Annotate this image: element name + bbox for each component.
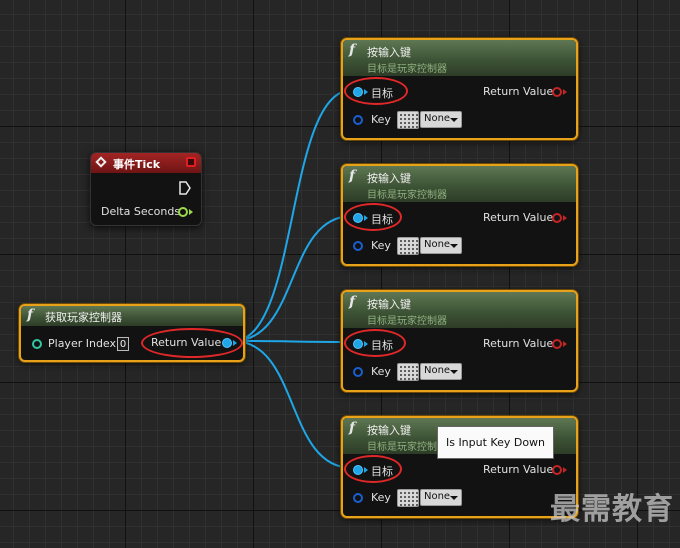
key-node-subtitle: 目标是玩家控制器 [367,442,447,453]
is-input-key-down-node-2[interactable]: f 按输入键 目标是玩家控制器 目标 Return Value Key None [341,164,578,266]
keyboard-icon[interactable] [397,489,419,507]
key-label: Key [371,365,391,378]
key-pin[interactable] [353,493,363,503]
key-node-subtitle: 目标是玩家控制器 [367,64,447,75]
key-dropdown[interactable]: None [420,489,462,506]
key-node-subtitle: 目标是玩家控制器 [367,316,447,327]
player-index-label: Player Index [48,337,117,350]
event-delegate-pin[interactable] [186,157,196,167]
return-value-arrow [563,215,567,221]
key-node-title: 按输入键 [367,172,411,185]
function-icon: f [349,294,356,310]
wire-to-node-4[interactable] [232,340,353,469]
key-node-title: 按输入键 [367,46,411,59]
blueprint-graph-canvas[interactable]: 事件Tick Delta Seconds f 获取玩家控制器 Player In… [0,0,680,548]
chevron-down-icon [450,370,458,374]
keyboard-icon[interactable] [397,237,419,255]
event-title: 事件Tick [113,158,161,171]
chevron-down-icon [450,244,458,248]
key-dropdown-value: None [424,365,451,376]
keyboard-icon[interactable] [397,111,419,129]
annotation-ring-target [344,329,406,357]
get-controller-title: 获取玩家控制器 [45,311,122,324]
return-value-label: Return Value [483,463,554,476]
return-value-label: Return Value [483,211,554,224]
wire-to-node-2[interactable] [232,215,353,342]
delta-seconds-arrow [189,209,193,215]
delta-seconds-label: Delta Seconds [101,205,181,218]
is-input-key-down-node-3[interactable]: f 按输入键 目标是玩家控制器 目标 Return Value Key None [341,290,578,392]
key-dropdown[interactable]: None [420,111,462,128]
key-label: Key [371,491,391,504]
key-dropdown-value: None [424,113,451,124]
function-icon: f [349,168,356,184]
key-label: Key [371,239,391,252]
annotation-ring-target [344,77,408,105]
watermark: 最需教育 [550,492,674,527]
key-pin[interactable] [353,367,363,377]
wire-layer [232,89,353,469]
annotation-ring-return [141,328,243,358]
key-dropdown-value: None [424,239,451,250]
return-value-pin[interactable] [552,87,562,97]
return-value-arrow [563,341,567,347]
key-node-title: 按输入键 [367,298,411,311]
return-value-pin[interactable] [552,213,562,223]
key-dropdown[interactable]: None [420,237,462,254]
key-node-title: 按输入键 [367,424,411,437]
chevron-down-icon [450,118,458,122]
key-pin[interactable] [353,241,363,251]
return-value-pin[interactable] [552,465,562,475]
delta-seconds-pin[interactable] [178,207,188,217]
function-tooltip: Is Input Key Down [437,426,554,459]
key-node-subtitle: 目标是玩家控制器 [367,190,447,201]
return-value-label: Return Value [483,337,554,350]
key-label: Key [371,113,391,126]
function-icon: f [27,307,34,323]
annotation-ring-target [344,203,402,231]
player-index-pin[interactable] [32,339,42,349]
wire-to-node-1[interactable] [232,89,353,342]
key-pin[interactable] [353,115,363,125]
key-dropdown-value: None [424,491,451,502]
is-input-key-down-node-1[interactable]: f 按输入键 目标是玩家控制器 目标 Return Value Key None [341,38,578,140]
wire-to-node-3[interactable] [232,340,353,343]
return-value-arrow [563,89,567,95]
event-tick-node[interactable]: 事件Tick Delta Seconds [90,152,202,226]
return-value-pin[interactable] [552,339,562,349]
function-icon: f [349,42,356,58]
chevron-down-icon [450,496,458,500]
return-value-label: Return Value [483,85,554,98]
exec-arrow-icon[interactable] [179,181,191,195]
key-dropdown[interactable]: None [420,363,462,380]
function-icon: f [349,420,356,436]
get-player-controller-node[interactable]: f 获取玩家控制器 Player Index 0 Return Value [19,304,245,362]
return-value-arrow [563,467,567,473]
player-index-input[interactable]: 0 [117,337,129,351]
keyboard-icon[interactable] [397,363,419,381]
annotation-ring-target [344,455,402,483]
